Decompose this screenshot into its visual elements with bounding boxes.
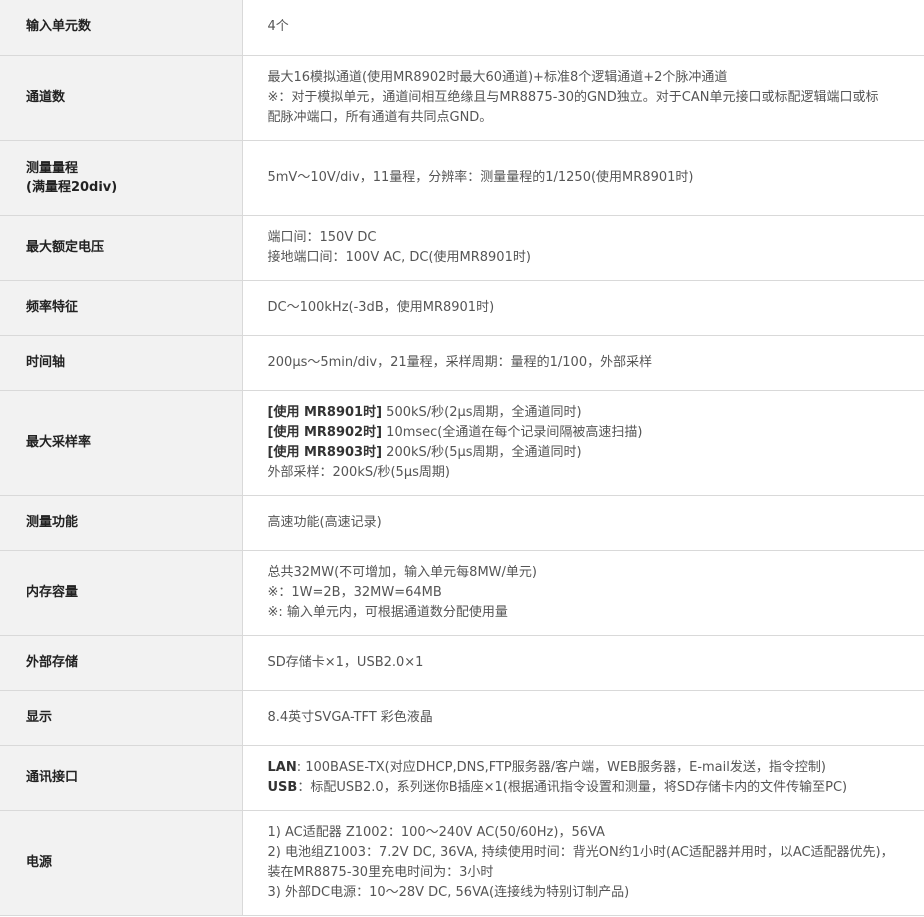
row-label: 最大采样率 [0, 390, 243, 496]
value-line: 总共32MW(不可增加，输入单元每8MW/单元) [267, 564, 537, 580]
value-line: 2) 电池组Z1003：7.2V DC, 36VA, 持续使用时间：背光ON约1… [267, 844, 894, 860]
row-label: 显示 [0, 690, 243, 746]
value-line: 接地端口间：100V AC, DC(使用MR8901时) [267, 249, 531, 265]
row-value: 8.4英寸SVGA-TFT 彩色液晶 [242, 690, 924, 746]
row-label: 通讯接口 [0, 745, 243, 811]
row-value: 最大16模拟通道(使用MR8902时最大60通道)+标准8个逻辑通道+2个脉冲通… [242, 55, 924, 141]
spec-row-external-storage: 外部存储 SD存储卡×1，USB2.0×1 [0, 635, 924, 691]
value-line: USB：标配USB2.0，系列迷你B插座×1(根据通讯指令设置和测量，将SD存储… [268, 778, 924, 798]
row-label-main: 测量量程 [26, 160, 79, 176]
spec-row-range: 测量量程 (满量程20div) 5mV～10V/div，11量程，分辨率：测量量… [0, 140, 924, 216]
value-line: [使用 MR8903时] 200kS/秒(5μs周期，全通道同时) [268, 443, 924, 463]
value-line-bold: [使用 MR8901时] [267, 404, 383, 420]
value-line: 高速功能(高速记录) [267, 514, 382, 530]
row-label: 测量量程 (满量程20div) [0, 140, 243, 216]
value-line: ※：对于模拟单元，通道间相互绝缘且与MR8875-30的GND独立。对于CAN单… [267, 89, 879, 105]
row-value: 端口间：150V DC 接地端口间：100V AC, DC(使用MR8901时) [242, 215, 924, 281]
spec-row-frequency: 频率特征 DC～100kHz(-3dB，使用MR8901时) [0, 280, 924, 336]
spec-table: 输入单元数 4个 通道数 最大16模拟通道(使用MR8902时最大60通道)+标… [0, 0, 924, 916]
row-value: DC～100kHz(-3dB，使用MR8901时) [242, 280, 924, 336]
value-line: 装在MR8875-30里充电时间为：3小时 [267, 864, 494, 880]
spec-row-sampling-rate: 最大采样率 [使用 MR8901时] 500kS/秒(2μs周期，全通道同时) … [0, 390, 924, 496]
row-value: [使用 MR8901时] 500kS/秒(2μs周期，全通道同时) [使用 MR… [242, 390, 924, 496]
row-label: 最大额定电压 [0, 215, 243, 281]
value-line: ※: 输入单元内，可根据通道数分配使用量 [267, 604, 508, 620]
row-label: 外部存储 [0, 635, 243, 691]
value-line-bold: LAN [267, 759, 297, 775]
value-line: SD存储卡×1，USB2.0×1 [267, 654, 424, 670]
spec-row-input-units: 输入单元数 4个 [0, 0, 924, 56]
spec-row-max-voltage: 最大额定电压 端口间：150V DC 接地端口间：100V AC, DC(使用M… [0, 215, 924, 281]
row-value: LAN: 100BASE-TX(对应DHCP,DNS,FTP服务器/客户端，WE… [242, 745, 924, 811]
value-line: DC～100kHz(-3dB，使用MR8901时) [267, 299, 495, 315]
row-label: 频率特征 [0, 280, 243, 336]
row-value: 5mV～10V/div，11量程，分辨率：测量量程的1/1250(使用MR890… [242, 140, 924, 216]
row-label: 测量功能 [0, 495, 243, 551]
value-line: 3) 外部DC电源：10～28V DC, 56VA(连接线为特别订制产品) [267, 884, 630, 900]
row-label: 电源 [0, 810, 243, 916]
value-line: 1) AC适配器 Z1002：100～240V AC(50/60Hz)，56VA [267, 824, 605, 840]
value-line: 4个 [267, 19, 289, 35]
spec-row-power: 电源 1) AC适配器 Z1002：100～240V AC(50/60Hz)，5… [0, 810, 924, 916]
value-line-text: 200kS/秒(5μs周期，全通道同时) [382, 444, 582, 460]
value-line-text: : 100BASE-TX(对应DHCP,DNS,FTP服务器/客户端，WEB服务… [296, 759, 826, 775]
value-line: 8.4英寸SVGA-TFT 彩色液晶 [267, 709, 433, 725]
value-line: 外部采样：200kS/秒(5μs周期) [267, 464, 450, 480]
row-label: 内存容量 [0, 550, 243, 636]
spec-row-interface: 通讯接口 LAN: 100BASE-TX(对应DHCP,DNS,FTP服务器/客… [0, 745, 924, 811]
value-line-bold: USB [267, 779, 298, 795]
value-line: [使用 MR8902时] 10msec(全通道在每个记录间隔被高速扫描) [268, 423, 924, 443]
value-line: [使用 MR8901时] 500kS/秒(2μs周期，全通道同时) [268, 403, 924, 423]
row-value: 1) AC适配器 Z1002：100～240V AC(50/60Hz)，56VA… [242, 810, 924, 916]
value-line: LAN: 100BASE-TX(对应DHCP,DNS,FTP服务器/客户端，WE… [268, 758, 924, 778]
value-line: 200μs～5min/div，21量程，采样周期：量程的1/100，外部采样 [267, 354, 653, 370]
row-value: 200μs～5min/div，21量程，采样周期：量程的1/100，外部采样 [242, 335, 924, 391]
value-line: 5mV～10V/div，11量程，分辨率：测量量程的1/1250(使用MR890… [267, 169, 694, 185]
spec-row-display: 显示 8.4英寸SVGA-TFT 彩色液晶 [0, 690, 924, 746]
row-label: 输入单元数 [0, 0, 243, 56]
value-line-text: 10msec(全通道在每个记录间隔被高速扫描) [382, 424, 643, 440]
row-value: 总共32MW(不可增加，输入单元每8MW/单元) ※：1W=2B，32MW=64… [242, 550, 924, 636]
row-label: 通道数 [0, 55, 243, 141]
spec-row-measure-function: 测量功能 高速功能(高速记录) [0, 495, 924, 551]
row-label-sub: (满量程20div) [26, 179, 118, 195]
spec-row-time-axis: 时间轴 200μs～5min/div，21量程，采样周期：量程的1/100，外部… [0, 335, 924, 391]
row-value: 4个 [242, 0, 924, 56]
value-line-text: 500kS/秒(2μs周期，全通道同时) [382, 404, 582, 420]
value-line-bold: [使用 MR8903时] [267, 444, 383, 460]
spec-row-channels: 通道数 最大16模拟通道(使用MR8902时最大60通道)+标准8个逻辑通道+2… [0, 55, 924, 141]
row-value: 高速功能(高速记录) [242, 495, 924, 551]
value-line: 最大16模拟通道(使用MR8902时最大60通道)+标准8个逻辑通道+2个脉冲通… [267, 69, 728, 85]
value-line-bold: [使用 MR8902时] [267, 424, 383, 440]
row-label: 时间轴 [0, 335, 243, 391]
value-line: 端口间：150V DC [267, 229, 377, 245]
value-line: ※：1W=2B，32MW=64MB [267, 584, 442, 600]
value-line-text: ：标配USB2.0，系列迷你B插座×1(根据通讯指令设置和测量，将SD存储卡内的… [297, 779, 848, 795]
spec-table-body: 输入单元数 4个 通道数 最大16模拟通道(使用MR8902时最大60通道)+标… [0, 0, 924, 916]
value-line: 配脉冲端口，所有通道有共同点GND。 [267, 109, 493, 125]
row-value: SD存储卡×1，USB2.0×1 [242, 635, 924, 691]
spec-row-memory: 内存容量 总共32MW(不可增加，输入单元每8MW/单元) ※：1W=2B，32… [0, 550, 924, 636]
